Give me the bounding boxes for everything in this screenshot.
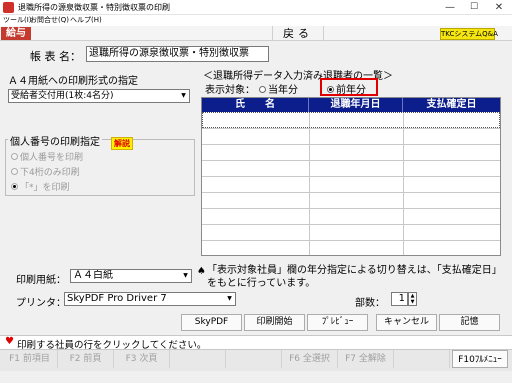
grid-col-line xyxy=(403,112,404,255)
paper-label: 印刷用紙： xyxy=(16,275,66,286)
f10-full-menu-key[interactable]: F10ﾌﾙﾒﾆｭｰ xyxy=(452,350,508,368)
mynumber-option-asterisk-label: 「*」を印刷 xyxy=(20,183,70,193)
grid-row-line xyxy=(202,160,500,161)
chevron-down-icon: ▼ xyxy=(227,295,232,302)
note-text: 「表示対象社員」欄の年分指定による切り替えは、「支払確定日」をもとに行っています… xyxy=(207,265,502,289)
mynumber-label: 個人番号の印刷指定 xyxy=(8,133,102,148)
a4-format-select[interactable]: 受給者交付用(1枚:4名分) ▼ xyxy=(8,89,190,103)
copies-spinner[interactable]: ▲ ▼ xyxy=(408,292,417,306)
close-button[interactable]: ✕ xyxy=(490,1,508,14)
copies-label: 部数： xyxy=(355,298,385,309)
f5-key[interactable] xyxy=(226,350,282,368)
window-title: 退職所得の源泉徴収票・特別徴収票の印刷 xyxy=(18,3,170,12)
grid-row-line xyxy=(202,224,500,225)
grid-focus-row[interactable] xyxy=(202,112,500,128)
f1-prev-item-key[interactable]: F1 前項目 xyxy=(2,350,58,368)
radio-icon xyxy=(11,153,18,160)
paper-value: Ａ４白紙 xyxy=(73,270,113,281)
radio-selected-icon xyxy=(327,85,334,93)
radio-selected-icon xyxy=(11,183,18,190)
spin-down-icon[interactable]: ▼ xyxy=(409,299,416,305)
grid-row-line xyxy=(202,208,500,209)
grid-row-line xyxy=(202,176,500,177)
a4-format-value: 受給者交付用(1枚:4名分) xyxy=(11,91,114,101)
print-start-button[interactable]: 印刷開始 xyxy=(244,314,305,331)
heart-icon: ♥ xyxy=(5,336,14,347)
cancel-button[interactable]: キャンセル xyxy=(376,314,437,331)
remember-button[interactable]: 記憶 xyxy=(439,314,500,331)
radio-icon xyxy=(11,168,18,175)
printer-select[interactable]: SkyPDF Pro Driver 7 ▼ xyxy=(64,292,236,306)
form-name-field: 退職所得の源泉徴収票・特別徴収票 xyxy=(86,46,269,62)
col-retire-date-header[interactable]: 退職年月日 xyxy=(309,98,403,112)
f2-prev-page-key[interactable]: F2 前頁 xyxy=(58,350,114,368)
tkc-qa-button[interactable]: TKCシステムQ&A xyxy=(440,28,498,40)
mynumber-option-asterisk: 「*」を印刷 xyxy=(11,180,70,193)
menu-contact[interactable]: お問合せ(Q) xyxy=(30,15,69,26)
f8-key[interactable] xyxy=(394,350,450,368)
grid-row-line xyxy=(202,240,500,241)
maximize-button[interactable]: ☐ xyxy=(465,1,483,14)
employee-grid[interactable]: 氏 名 退職年月日 支払確定日 xyxy=(201,97,501,256)
spade-icon: ♠ xyxy=(197,266,206,277)
grid-row-line xyxy=(202,128,500,129)
a4-format-label: Ａ４用紙への印刷形式の指定 xyxy=(8,76,138,87)
paper-select[interactable]: Ａ４白紙 ▼ xyxy=(70,269,192,283)
menu-tools[interactable]: ツール(I) xyxy=(3,15,32,26)
grid-row-line xyxy=(202,144,500,145)
f7-deselect-all-key[interactable]: F7 全解除 xyxy=(338,350,394,368)
form-name-label: 帳 表 名： xyxy=(30,50,81,63)
top-band xyxy=(0,26,512,41)
radio-current-year-label: 当年分 xyxy=(268,85,298,96)
copies-input[interactable]: 1 xyxy=(391,292,408,306)
mynumber-option-full: 個人番号を印刷 xyxy=(11,150,83,163)
display-target-label: 表示対象： xyxy=(205,85,255,96)
radio-previous-year[interactable]: 前年分 xyxy=(327,81,366,96)
menu-help[interactable]: ヘルプ(H) xyxy=(70,15,102,26)
preview-button[interactable]: ﾌﾟﾚﾋﾞｭｰ xyxy=(307,314,368,331)
minimize-button[interactable]: — xyxy=(441,1,459,14)
f4-key[interactable] xyxy=(170,350,226,368)
mynumber-option-last4-label: 下4桁のみ印刷 xyxy=(20,168,80,178)
col-pay-date-header[interactable]: 支払確定日 xyxy=(403,98,500,112)
f6-select-all-key[interactable]: F6 全選択 xyxy=(282,350,338,368)
module-tag: 給与 xyxy=(1,27,31,40)
mynumber-option-last4: 下4桁のみ印刷 xyxy=(11,165,80,178)
radio-previous-year-label: 前年分 xyxy=(336,85,366,96)
back-button[interactable]: 戻る xyxy=(272,26,324,41)
grid-col-line xyxy=(309,112,310,255)
col-name-header[interactable]: 氏 名 xyxy=(202,98,309,112)
help-button[interactable]: 解説 xyxy=(111,137,133,150)
printer-label: プリンタ： xyxy=(16,298,66,309)
grid-row-line xyxy=(202,192,500,193)
printer-value: SkyPDF Pro Driver 7 xyxy=(67,293,167,304)
radio-current-year[interactable]: 当年分 xyxy=(259,81,298,96)
chevron-down-icon: ▼ xyxy=(181,92,186,99)
radio-icon xyxy=(259,85,266,93)
f3-next-page-key[interactable]: F3 次頁 xyxy=(114,350,170,368)
skypdf-button[interactable]: SkyPDF xyxy=(181,314,242,331)
app-icon xyxy=(3,2,14,13)
mynumber-option-full-label: 個人番号を印刷 xyxy=(20,153,84,163)
chevron-down-icon: ▼ xyxy=(183,272,188,279)
